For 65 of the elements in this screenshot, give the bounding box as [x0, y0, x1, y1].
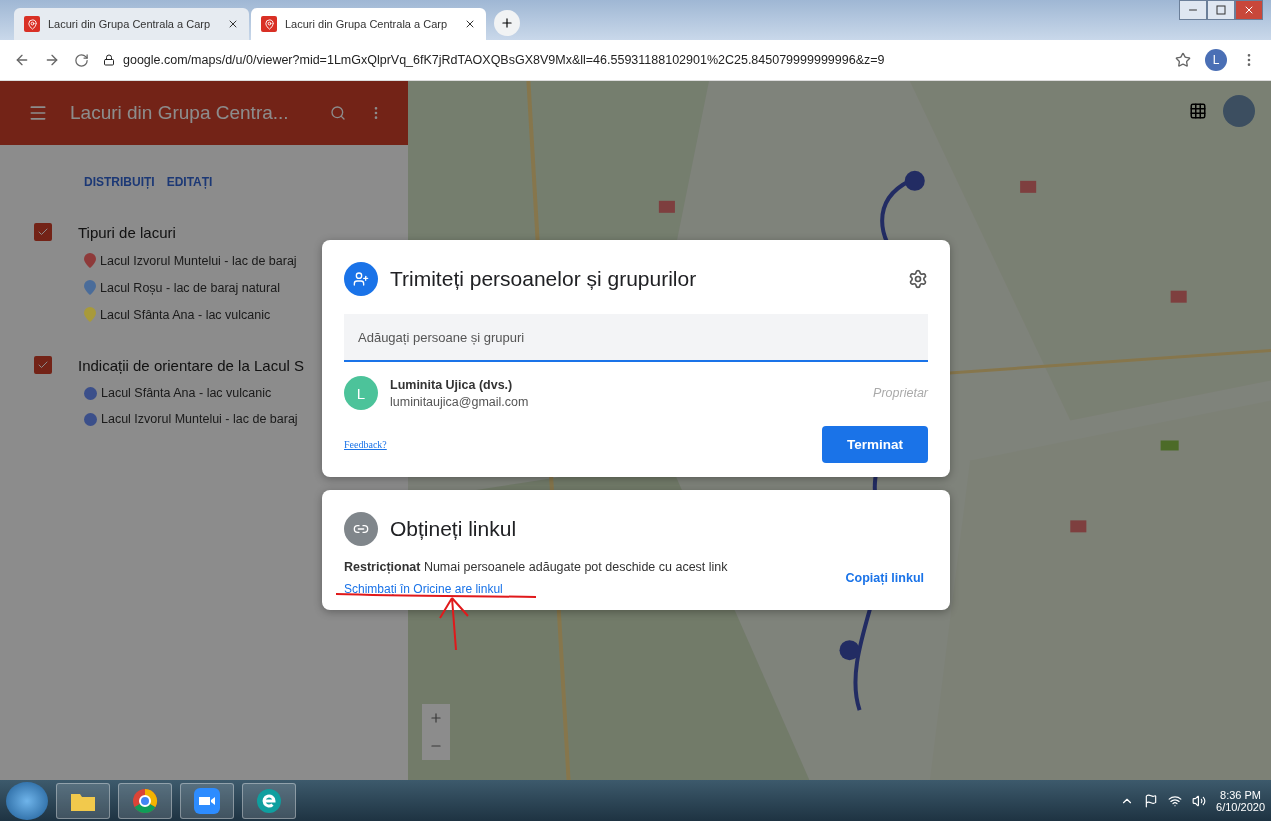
maximize-button[interactable]: [1207, 0, 1235, 20]
shield-letter-icon: [256, 787, 282, 814]
flag-icon[interactable]: [1144, 793, 1159, 808]
feedback-link[interactable]: Feedback?: [344, 439, 387, 450]
reload-icon[interactable]: [74, 52, 89, 68]
taskbar-app[interactable]: [242, 782, 296, 819]
volume-icon[interactable]: [1192, 793, 1207, 808]
browser-icon: [132, 787, 158, 814]
layer-checkbox[interactable]: [34, 356, 52, 374]
card-title: Obțineți linkul: [390, 517, 518, 541]
taskbar-app[interactable]: [118, 782, 172, 819]
close-icon[interactable]: [464, 18, 476, 30]
apps-icon[interactable]: [1189, 102, 1207, 120]
minimize-button[interactable]: [1179, 0, 1207, 20]
start-button[interactable]: [6, 781, 48, 820]
address-bar[interactable]: google.com/maps/d/u/0/viewer?mid=1LmGxQlprVq_6fK7jRdTAOXQBsGX8V9Mx&ll=46.55931188102901%2C25.845079999999996&z=9: [123, 53, 885, 67]
search-icon[interactable]: [330, 105, 346, 121]
place-label[interactable]: Lacul Roșu - lac de baraj natural: [100, 280, 280, 295]
map-pin-icon: [24, 16, 40, 32]
video-camera-icon: [194, 787, 220, 814]
person-name: Luminita Ujica (dvs.): [390, 377, 514, 392]
place-label[interactable]: Lacul Izvorul Muntelui - lac de baraj: [100, 253, 297, 268]
place-label[interactable]: Lacul Izvorul Muntelui - lac de baraj: [101, 412, 298, 426]
close-icon: [1243, 4, 1255, 16]
access-description: Restricționat Numai persoanele adăugate pot deschide cu acest link: [344, 560, 728, 574]
layer-name: Tipuri de lacuri: [78, 223, 176, 241]
back-icon[interactable]: [14, 52, 30, 68]
lock-icon: [103, 54, 115, 66]
map-title: Lacuri din Grupa Centra...: [70, 102, 290, 124]
taskbar-app[interactable]: [180, 782, 234, 819]
action-link[interactable]: DISTRIBUIȚI: [84, 175, 155, 189]
people-input-field[interactable]: Adăugați persoane și grupuri: [344, 314, 928, 362]
done-button[interactable]: Terminat: [822, 426, 928, 463]
browser-tab[interactable]: Lacuri din Grupa Centrala a Carp: [251, 8, 486, 40]
layer-checkbox[interactable]: [34, 223, 52, 241]
menu-icon[interactable]: [28, 103, 48, 123]
check-icon: [37, 226, 49, 238]
star-icon[interactable]: [1175, 52, 1191, 68]
close-button[interactable]: [1235, 0, 1263, 20]
add-person-icon: [344, 262, 378, 296]
link-icon: [344, 512, 378, 546]
plus-icon: [500, 15, 514, 31]
layer-name: Indicații de orientare de la Lacul S: [78, 356, 304, 374]
person-role: Proprietar: [873, 386, 928, 400]
profile-avatar[interactable]: L: [1205, 49, 1227, 71]
action-link[interactable]: EDITAȚI: [166, 175, 213, 189]
person-email: luminitaujica@gmail.com: [390, 394, 530, 409]
clock[interactable]: 8:36 PM 6/10/2020: [1216, 788, 1265, 813]
settings-icon[interactable]: [908, 269, 928, 289]
change-access-link[interactable]: Schimbați în Oricine are linkul: [344, 582, 503, 596]
user-avatar: L: [344, 376, 378, 410]
taskbar-app[interactable]: [56, 782, 110, 819]
place-label[interactable]: Lacul Sfânta Ana - lac vulcanic: [100, 307, 271, 322]
plus-icon: [429, 711, 443, 725]
browser-tab[interactable]: Lacuri din Grupa Centrala a Carp: [14, 8, 249, 40]
place-label[interactable]: Lacul Sfânta Ana - lac vulcanic: [101, 386, 272, 400]
new-tab-button[interactable]: [494, 10, 520, 36]
dialog-title: Trimiteți persoanelor și grupurilor: [390, 267, 698, 291]
maximize-icon: [1216, 5, 1226, 15]
close-icon[interactable]: [227, 18, 239, 30]
network-icon[interactable]: [1168, 793, 1183, 808]
check-icon: [37, 359, 49, 371]
forward-icon[interactable]: [44, 52, 60, 68]
copy-link-button[interactable]: Copiați linkul: [841, 567, 928, 589]
map-pin-icon: [261, 16, 277, 32]
